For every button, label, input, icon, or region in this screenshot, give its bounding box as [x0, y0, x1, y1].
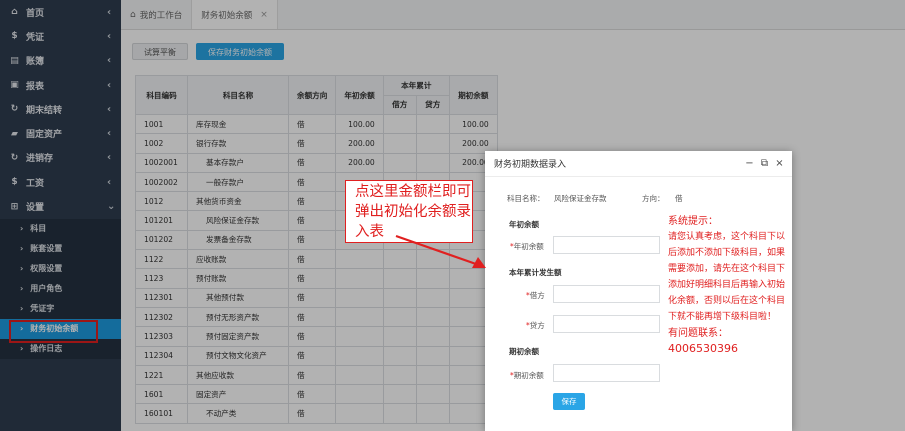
section-ending: 期初余额 — [509, 347, 539, 356]
contact-label: 有问题联系： — [668, 328, 728, 339]
data-entry-dialog: 财务初期数据录入 − ⧉ × 科目名称： 风险保证金存款 方向： 借 年初余额 … — [485, 151, 792, 431]
credit-input[interactable] — [553, 315, 660, 333]
annotation-arrow-icon — [395, 234, 486, 268]
subject-name-value: 风险保证金存款 — [554, 194, 607, 203]
tip-title: 系统提示： — [668, 216, 718, 227]
direction-label: 方向： — [642, 194, 665, 203]
maximize-icon[interactable]: ⧉ — [757, 158, 772, 169]
close-icon[interactable]: × — [772, 158, 787, 169]
section-year-total: 本年累计发生额 — [509, 268, 562, 277]
contact-phone: 4006530396 — [668, 342, 738, 355]
opening-balance-label: *年初余额 — [510, 242, 544, 251]
dialog-header: 财务初期数据录入 − ⧉ × — [485, 151, 792, 177]
minimize-icon[interactable]: − — [742, 158, 757, 169]
ending-balance-input[interactable] — [553, 364, 660, 382]
credit-label: *贷方 — [526, 321, 545, 330]
direction-value: 借 — [675, 194, 683, 203]
subject-name-label: 科目名称： — [507, 194, 545, 203]
dialog-save-button[interactable]: 保存 — [553, 393, 585, 410]
debit-label: *借方 — [526, 291, 545, 300]
opening-balance-input[interactable] — [553, 236, 660, 254]
dialog-title: 财务初期数据录入 — [494, 160, 567, 170]
debit-input[interactable] — [553, 285, 660, 303]
app: ⌂ 首页 ‹ $ 凭证 ‹ ▤ 账簿 ‹ ▣ 报表 ‹ ↻ 期末结转 ‹ ▰ 固定资产 ‹ ↻ 进销存 ‹ $ 工资 ‹ ⊞ 设置… — [0, 0, 905, 431]
tip-body: 请您认真考虑，这个科目下以后添加不添加下级科目，如果需要添加，请先在这个科目下添… — [668, 232, 786, 322]
section-opening: 年初余额 — [509, 220, 539, 229]
ending-balance-label: *期初余额 — [510, 371, 544, 380]
system-tip: 系统提示： 请您认真考虑，这个科目下以后添加不添加下级科目，如果需要添加，请先在… — [668, 214, 788, 356]
